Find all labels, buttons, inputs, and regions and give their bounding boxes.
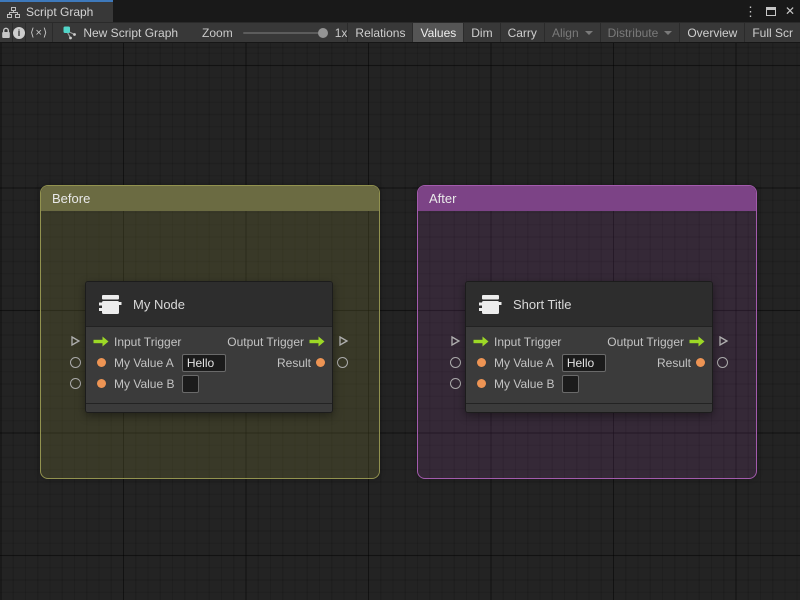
value-port-icon[interactable]: [476, 358, 486, 367]
value-b-label: My Value B: [114, 376, 175, 391]
node-footer: [466, 403, 712, 412]
value-a-port[interactable]: [450, 357, 461, 368]
flow-input-port[interactable]: [449, 335, 461, 347]
value-b-input[interactable]: [182, 374, 200, 393]
node-box[interactable]: My Node Input Trigger Output Trigger My …: [85, 281, 333, 413]
zoom-slider[interactable]: [242, 27, 328, 38]
dim-button[interactable]: Dim: [463, 23, 499, 42]
carry-button[interactable]: Carry: [499, 23, 544, 42]
new-script-graph-button[interactable]: New Script Graph: [63, 23, 178, 42]
node-header[interactable]: My Node: [86, 282, 332, 327]
graph-canvas[interactable]: Before After My Node Input Trigger Outpu…: [0, 43, 800, 600]
flow-arrow-icon[interactable]: [689, 336, 705, 347]
zoom-label: Zoom: [202, 25, 233, 40]
group-before-title: Before: [52, 191, 91, 206]
port-row-value-a: My Value A Result: [86, 352, 332, 373]
align-dropdown: Align: [543, 23, 600, 42]
node-body: Input Trigger Output Trigger My Value A: [86, 327, 332, 403]
flow-output-port[interactable]: [717, 335, 729, 347]
zoom-value: 1x: [334, 25, 348, 40]
group-after-title: After: [429, 191, 457, 206]
value-b-port[interactable]: [450, 378, 461, 389]
result-port[interactable]: [337, 357, 348, 368]
group-before-header[interactable]: Before: [41, 186, 379, 211]
close-icon[interactable]: ✕: [785, 5, 795, 17]
graph-asset-icon: [63, 26, 77, 39]
chevron-down-icon: [664, 30, 673, 35]
value-a-input[interactable]: [561, 353, 606, 372]
script-graph-window: Script Graph ⋮ ✕ ⟨×⟩: [0, 0, 800, 600]
value-port-icon[interactable]: [96, 358, 106, 367]
toolbar-toggle-group: Relations Values Dim Carry Align Distrib…: [347, 23, 800, 42]
tab-strip: Script Graph ⋮ ✕: [0, 0, 800, 22]
tab-title: Script Graph: [26, 5, 94, 19]
distribute-dropdown: Distribute: [599, 23, 680, 42]
value-a-label: My Value A: [494, 355, 554, 370]
node-my-node: My Node Input Trigger Output Trigger My …: [70, 281, 349, 413]
relations-button[interactable]: Relations: [347, 23, 412, 42]
node-short-title: Short Title Input Trigger Output Trigger: [450, 281, 729, 413]
input-trigger-label: Input Trigger: [114, 334, 182, 349]
port-row-value-b: My Value B: [466, 373, 712, 394]
value-b-input[interactable]: [562, 374, 580, 393]
group-after-header[interactable]: After: [418, 186, 756, 211]
fullscreen-button[interactable]: Full Scr: [744, 23, 800, 42]
lock-icon: [2, 27, 10, 38]
value-a-port[interactable]: [70, 357, 81, 368]
script-graph-tab-icon: [7, 6, 20, 18]
code-preview-button[interactable]: ⟨×⟩: [26, 23, 54, 42]
flow-output-port[interactable]: [337, 335, 349, 347]
info-button[interactable]: [13, 23, 26, 42]
flow-input-port[interactable]: [69, 335, 81, 347]
input-trigger-label: Input Trigger: [494, 334, 562, 349]
result-label: Result: [656, 355, 691, 370]
overview-button[interactable]: Overview: [679, 23, 744, 42]
node-title: My Node: [133, 296, 186, 312]
value-port-icon[interactable]: [476, 379, 486, 388]
value-port-icon[interactable]: [96, 379, 106, 388]
flow-arrow-icon[interactable]: [309, 336, 325, 347]
result-port[interactable]: [717, 357, 728, 368]
value-a-input[interactable]: [181, 353, 226, 372]
output-trigger-label: Output Trigger: [607, 334, 684, 349]
unit-node-icon: [99, 295, 122, 314]
values-button[interactable]: Values: [412, 23, 464, 42]
lock-button[interactable]: [0, 23, 13, 42]
node-title: Short Title: [513, 296, 572, 312]
value-a-label: My Value A: [114, 355, 174, 370]
flow-arrow-icon[interactable]: [473, 336, 489, 347]
port-row-triggers: Input Trigger Output Trigger: [86, 331, 332, 352]
value-b-label: My Value B: [494, 376, 555, 391]
tab-script-graph[interactable]: Script Graph: [0, 0, 113, 22]
new-script-graph-label: New Script Graph: [83, 25, 179, 40]
maximize-icon[interactable]: [765, 6, 776, 16]
kebab-menu-icon[interactable]: ⋮: [744, 5, 757, 18]
flow-arrow-icon[interactable]: [93, 336, 109, 347]
port-row-triggers: Input Trigger Output Trigger: [466, 331, 712, 352]
zoom-slider-knob[interactable]: [317, 27, 328, 38]
node-box[interactable]: Short Title Input Trigger Output Trigger: [465, 281, 713, 413]
value-port-icon[interactable]: [696, 358, 705, 367]
window-controls: ⋮ ✕: [744, 0, 795, 22]
node-footer: [86, 403, 332, 412]
value-port-icon[interactable]: [316, 358, 325, 367]
unit-node-icon: [479, 295, 502, 314]
zoom-control: Zoom 1x: [202, 23, 347, 42]
info-icon: [13, 26, 25, 39]
node-body: Input Trigger Output Trigger My Value A: [466, 327, 712, 403]
output-trigger-label: Output Trigger: [227, 334, 304, 349]
graph-toolbar: ⟨×⟩ New Script Graph Zoom 1x Relations V…: [0, 22, 800, 43]
port-row-value-a: My Value A Result: [466, 352, 712, 373]
node-header[interactable]: Short Title: [466, 282, 712, 327]
value-b-port[interactable]: [70, 378, 81, 389]
result-label: Result: [276, 355, 311, 370]
port-row-value-b: My Value B: [86, 373, 332, 394]
chevron-down-icon: [584, 30, 593, 35]
code-icon: ⟨×⟩: [30, 27, 49, 39]
